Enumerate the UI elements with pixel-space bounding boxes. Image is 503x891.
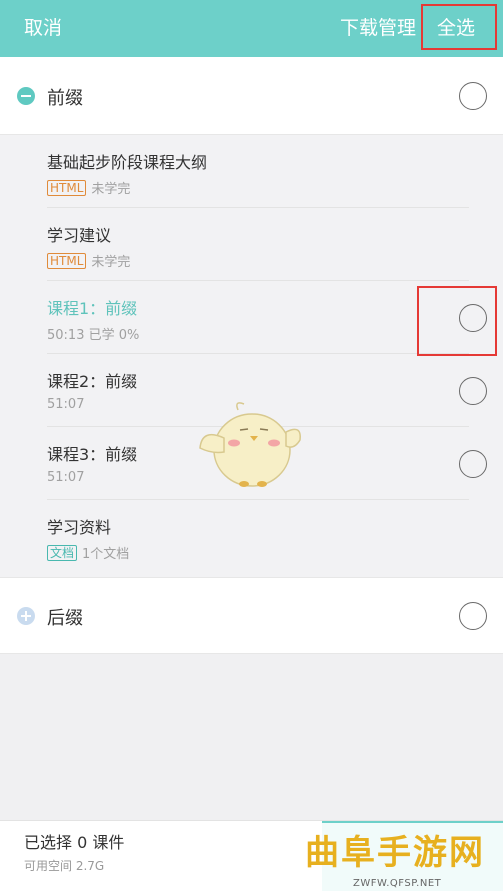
- lesson-title: 课程1：前缀: [47, 299, 138, 318]
- selected-count: 已选择 0 课件: [24, 833, 125, 852]
- lesson-title: 学习建议: [47, 226, 112, 245]
- section-suffix[interactable]: 后缀: [0, 577, 503, 654]
- lesson-meta-row: HTML 未学完: [47, 178, 130, 197]
- lesson-meta: 51:07: [47, 470, 85, 485]
- lesson-meta: 未学完: [91, 255, 131, 270]
- watermark-title: 曲阜手游网: [305, 833, 485, 873]
- list-item[interactable]: 学习资料 文档 1个文档: [0, 500, 503, 573]
- section-title: 前缀: [47, 88, 83, 109]
- html-tag-badge: HTML: [47, 253, 87, 269]
- checkbox-highlight-box: [417, 286, 497, 356]
- lesson-meta: 1个文档: [82, 547, 130, 562]
- download-manager-button[interactable]: 下载管理: [340, 0, 416, 57]
- available-space: 可用空间 2.7G: [24, 859, 105, 873]
- lesson-meta-row: HTML 未学完: [47, 251, 130, 270]
- watermark: 曲阜手游网 ZWFW.QFSP.NET: [293, 823, 503, 891]
- lesson-meta: 51:07: [47, 397, 85, 412]
- lesson-select-checkbox[interactable]: [459, 450, 487, 478]
- html-tag-badge: HTML: [47, 180, 87, 196]
- select-all-highlight-box: [421, 4, 497, 50]
- lesson-title: 课程2：前缀: [47, 372, 138, 391]
- lesson-meta: 未学完: [91, 182, 131, 197]
- minus-circle-icon[interactable]: [17, 87, 35, 105]
- section-select-checkbox[interactable]: [459, 602, 487, 630]
- section-title: 后缀: [47, 608, 83, 629]
- lesson-title: 基础起步阶段课程大纲: [47, 153, 208, 172]
- lesson-title: 课程3：前缀: [47, 445, 138, 464]
- lesson-meta-row: 51:07: [47, 470, 84, 485]
- lesson-meta: 50:13 已学 0%: [47, 328, 140, 343]
- list-item[interactable]: 学习建议 HTML 未学完: [0, 208, 503, 281]
- list-item[interactable]: 基础起步阶段课程大纲 HTML 未学完: [0, 135, 503, 208]
- lesson-meta-row: 51:07: [47, 397, 84, 412]
- section-prefix[interactable]: 前缀: [0, 57, 503, 135]
- doc-tag-badge: 文档: [47, 545, 78, 561]
- lesson-meta-row: 文档 1个文档: [47, 543, 129, 562]
- lesson-title: 学习资料: [47, 518, 112, 537]
- plus-circle-icon[interactable]: [17, 607, 35, 625]
- lesson-list: 基础起步阶段课程大纲 HTML 未学完 学习建议 HTML 未学完 课程1：前缀 5…: [0, 135, 503, 577]
- mascot-bird-icon: [199, 402, 301, 487]
- lesson-select-checkbox[interactable]: [459, 377, 487, 405]
- watermark-url: ZWFW.QFSP.NET: [353, 878, 442, 889]
- section-select-checkbox[interactable]: [459, 82, 487, 110]
- lesson-meta-row: 50:13 已学 0%: [47, 324, 139, 343]
- cancel-button[interactable]: 取消: [24, 0, 62, 57]
